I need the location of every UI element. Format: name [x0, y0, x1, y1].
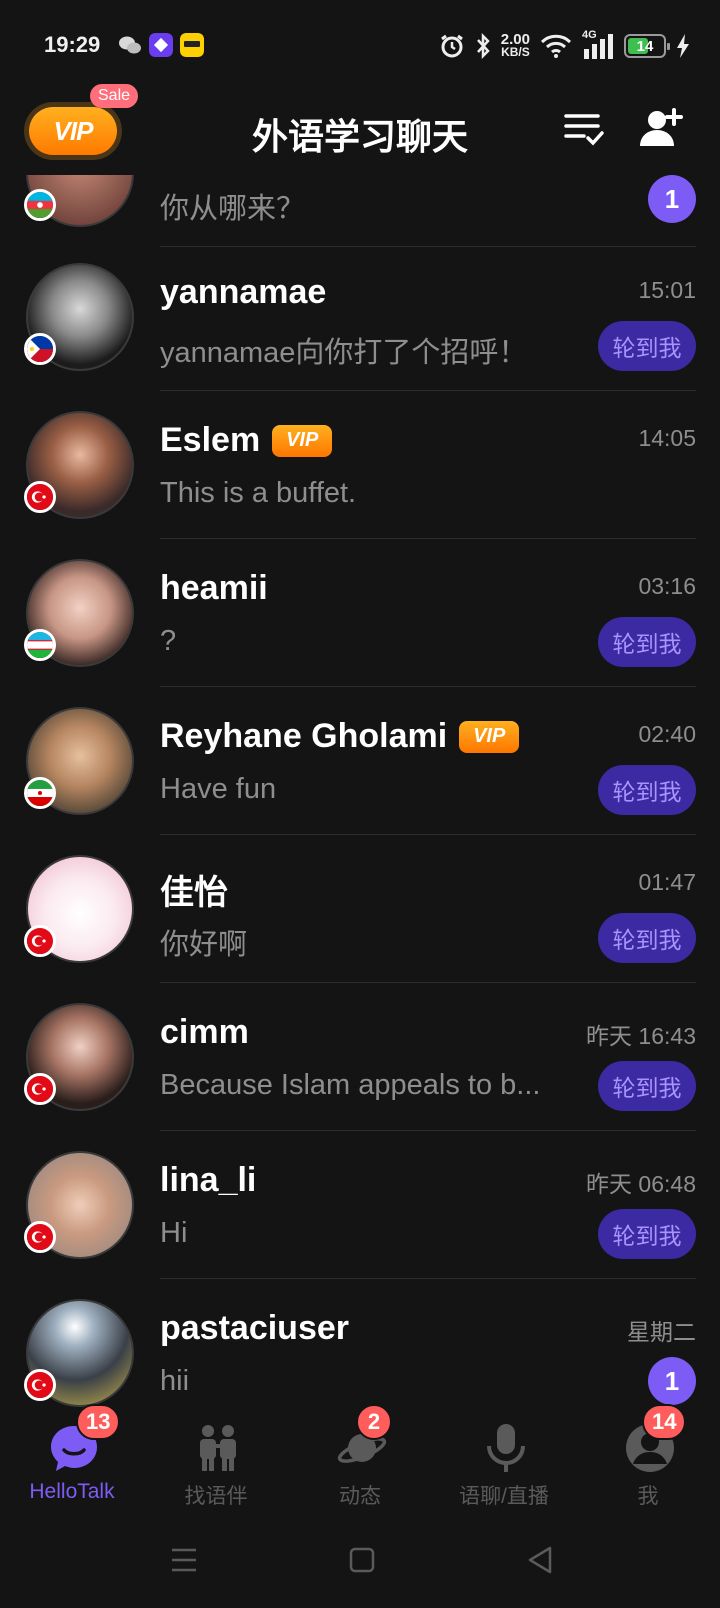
iran-flag-icon	[24, 777, 56, 809]
chat-preview: 你从哪来？	[160, 193, 306, 225]
turkey-flag-icon	[24, 1073, 56, 1105]
chat-time: 昨天 16:43	[586, 1023, 696, 1049]
turkey-flag-icon	[24, 1221, 56, 1253]
app-header: VIP Sale 外语学习聊天	[0, 84, 720, 175]
unread-badge: 1	[648, 175, 696, 223]
status-bar: 19:29 2.00 KB/S 4G 14	[0, 0, 720, 90]
chat-name: cimm	[160, 1013, 249, 1051]
chat-preview: 你好啊	[160, 929, 248, 961]
tab-label: 我	[637, 1485, 659, 1508]
chat-row[interactable]: pastaciuser hii 星期二 1	[0, 1279, 720, 1408]
filter-list-icon[interactable]	[562, 106, 606, 150]
your-turn-button[interactable]: 轮到我	[598, 321, 696, 371]
chat-time: 星期二	[627, 1319, 696, 1345]
your-turn-button[interactable]: 轮到我	[598, 617, 696, 667]
your-turn-button[interactable]: 轮到我	[598, 765, 696, 815]
charging-icon	[677, 34, 689, 58]
tab-label: 动态	[339, 1485, 381, 1508]
turkey-flag-icon	[24, 481, 56, 513]
battery-icon: 14	[624, 34, 670, 58]
chat-preview: Hi	[160, 1217, 188, 1249]
your-turn-button[interactable]: 轮到我	[598, 1209, 696, 1259]
status-icons: 2.00 KB/S 4G 14	[439, 29, 690, 62]
tab-label: 语聊/直播	[459, 1485, 549, 1508]
network-speed-unit: KB/S	[501, 45, 530, 59]
app-icon	[149, 33, 173, 57]
bottom-tab-bar: 13 HelloTalk 找语伴 2 动态 语聊/直播 14 我	[0, 1404, 720, 1518]
chat-preview: ?	[160, 625, 177, 657]
bluetooth-icon	[476, 33, 490, 59]
back-icon[interactable]	[520, 1540, 560, 1580]
chat-time: 昨天 06:48	[586, 1171, 696, 1197]
vip-tag: VIP	[272, 424, 333, 457]
chat-preview: This is a buffet.	[160, 477, 357, 509]
chat-name: Reyhane Gholami VIP	[160, 717, 520, 756]
sale-badge: Sale	[90, 84, 139, 108]
chat-name-text: Eslem	[160, 421, 261, 459]
system-nav-bar	[0, 1518, 720, 1608]
turkey-flag-icon	[24, 925, 56, 957]
azerbaijan-flag-icon	[24, 189, 56, 221]
your-turn-button[interactable]: 轮到我	[598, 1061, 696, 1111]
chat-list: 你从哪来？ 1 yannamae yannamae向你打了个招呼！ 15:01 …	[0, 175, 720, 1408]
philippines-flag-icon	[24, 333, 56, 365]
tab-label: 找语伴	[184, 1485, 248, 1508]
chat-time: 03:16	[638, 573, 696, 599]
uzbekistan-flag-icon	[24, 629, 56, 661]
menu-icon[interactable]	[164, 1540, 204, 1580]
chat-name: 佳怡	[160, 874, 228, 912]
status-time: 19:29	[44, 32, 101, 57]
chat-row[interactable]: heamii ? 03:16 轮到我	[0, 539, 720, 687]
chat-row[interactable]: 佳怡 你好啊 01:47 轮到我	[0, 835, 720, 983]
chat-row[interactable]: Reyhane Gholami VIP Have fun 02:40 轮到我	[0, 687, 720, 835]
chat-time: 01:47	[638, 869, 696, 895]
chat-row[interactable]: cimm Because Islam appeals to b... 昨天 16…	[0, 983, 720, 1131]
chat-row[interactable]: 你从哪来？ 1	[0, 175, 720, 247]
tab-hellotalk[interactable]: 13 HelloTalk	[0, 1404, 144, 1518]
chat-row[interactable]: Eslem VIP This is a buffet. 14:05	[0, 391, 720, 539]
meituan-icon	[180, 33, 204, 57]
wechat-icon	[119, 36, 141, 54]
add-friend-icon[interactable]	[640, 106, 684, 150]
your-turn-button[interactable]: 轮到我	[598, 913, 696, 963]
tab-voice-live[interactable]: 语聊/直播	[432, 1408, 576, 1518]
tab-badge: 2	[356, 1404, 392, 1440]
chat-time: 02:40	[638, 721, 696, 747]
chat-name: heamii	[160, 569, 268, 607]
battery-level: 14	[636, 37, 654, 55]
chat-preview: hii	[160, 1365, 190, 1397]
page-title: 外语学习聊天	[251, 116, 468, 157]
cellular-signal-icon: 4G	[582, 29, 614, 59]
chat-preview: Because Islam appeals to b...	[160, 1069, 541, 1101]
tab-me[interactable]: 14 我	[576, 1404, 720, 1518]
chat-name: yannamae	[160, 273, 327, 311]
tab-find-partner[interactable]: 找语伴	[144, 1408, 288, 1518]
chat-preview: yannamae向你打了个招呼！	[160, 337, 528, 369]
wifi-icon	[540, 34, 572, 58]
chat-time: 15:01	[638, 277, 696, 303]
microphone-icon	[487, 1424, 525, 1472]
partners-icon	[200, 1425, 236, 1471]
tab-moments[interactable]: 2 动态	[288, 1404, 432, 1518]
turkey-flag-icon	[24, 1369, 56, 1401]
chat-row[interactable]: lina_li Hi 昨天 06:48 轮到我	[0, 1131, 720, 1279]
chat-row[interactable]: yannamae yannamae向你打了个招呼！ 15:01 轮到我	[0, 243, 720, 391]
alarm-icon	[440, 34, 463, 58]
unread-badge: 1	[648, 1357, 696, 1405]
chat-name: lina_li	[160, 1161, 257, 1199]
chat-name-text: Reyhane Gholami	[160, 717, 448, 755]
chat-time: 14:05	[638, 425, 696, 451]
home-icon[interactable]	[342, 1540, 382, 1580]
tab-badge: 14	[642, 1404, 687, 1440]
chat-name: Eslem VIP	[160, 421, 333, 460]
chat-preview: Have fun	[160, 773, 277, 805]
vip-tag: VIP	[459, 720, 520, 753]
tab-label: HelloTalk	[29, 1480, 115, 1503]
chat-name: pastaciuser	[160, 1309, 349, 1347]
network-speed: 2.00 KB/S	[501, 32, 530, 59]
tab-badge: 13	[76, 1404, 121, 1440]
